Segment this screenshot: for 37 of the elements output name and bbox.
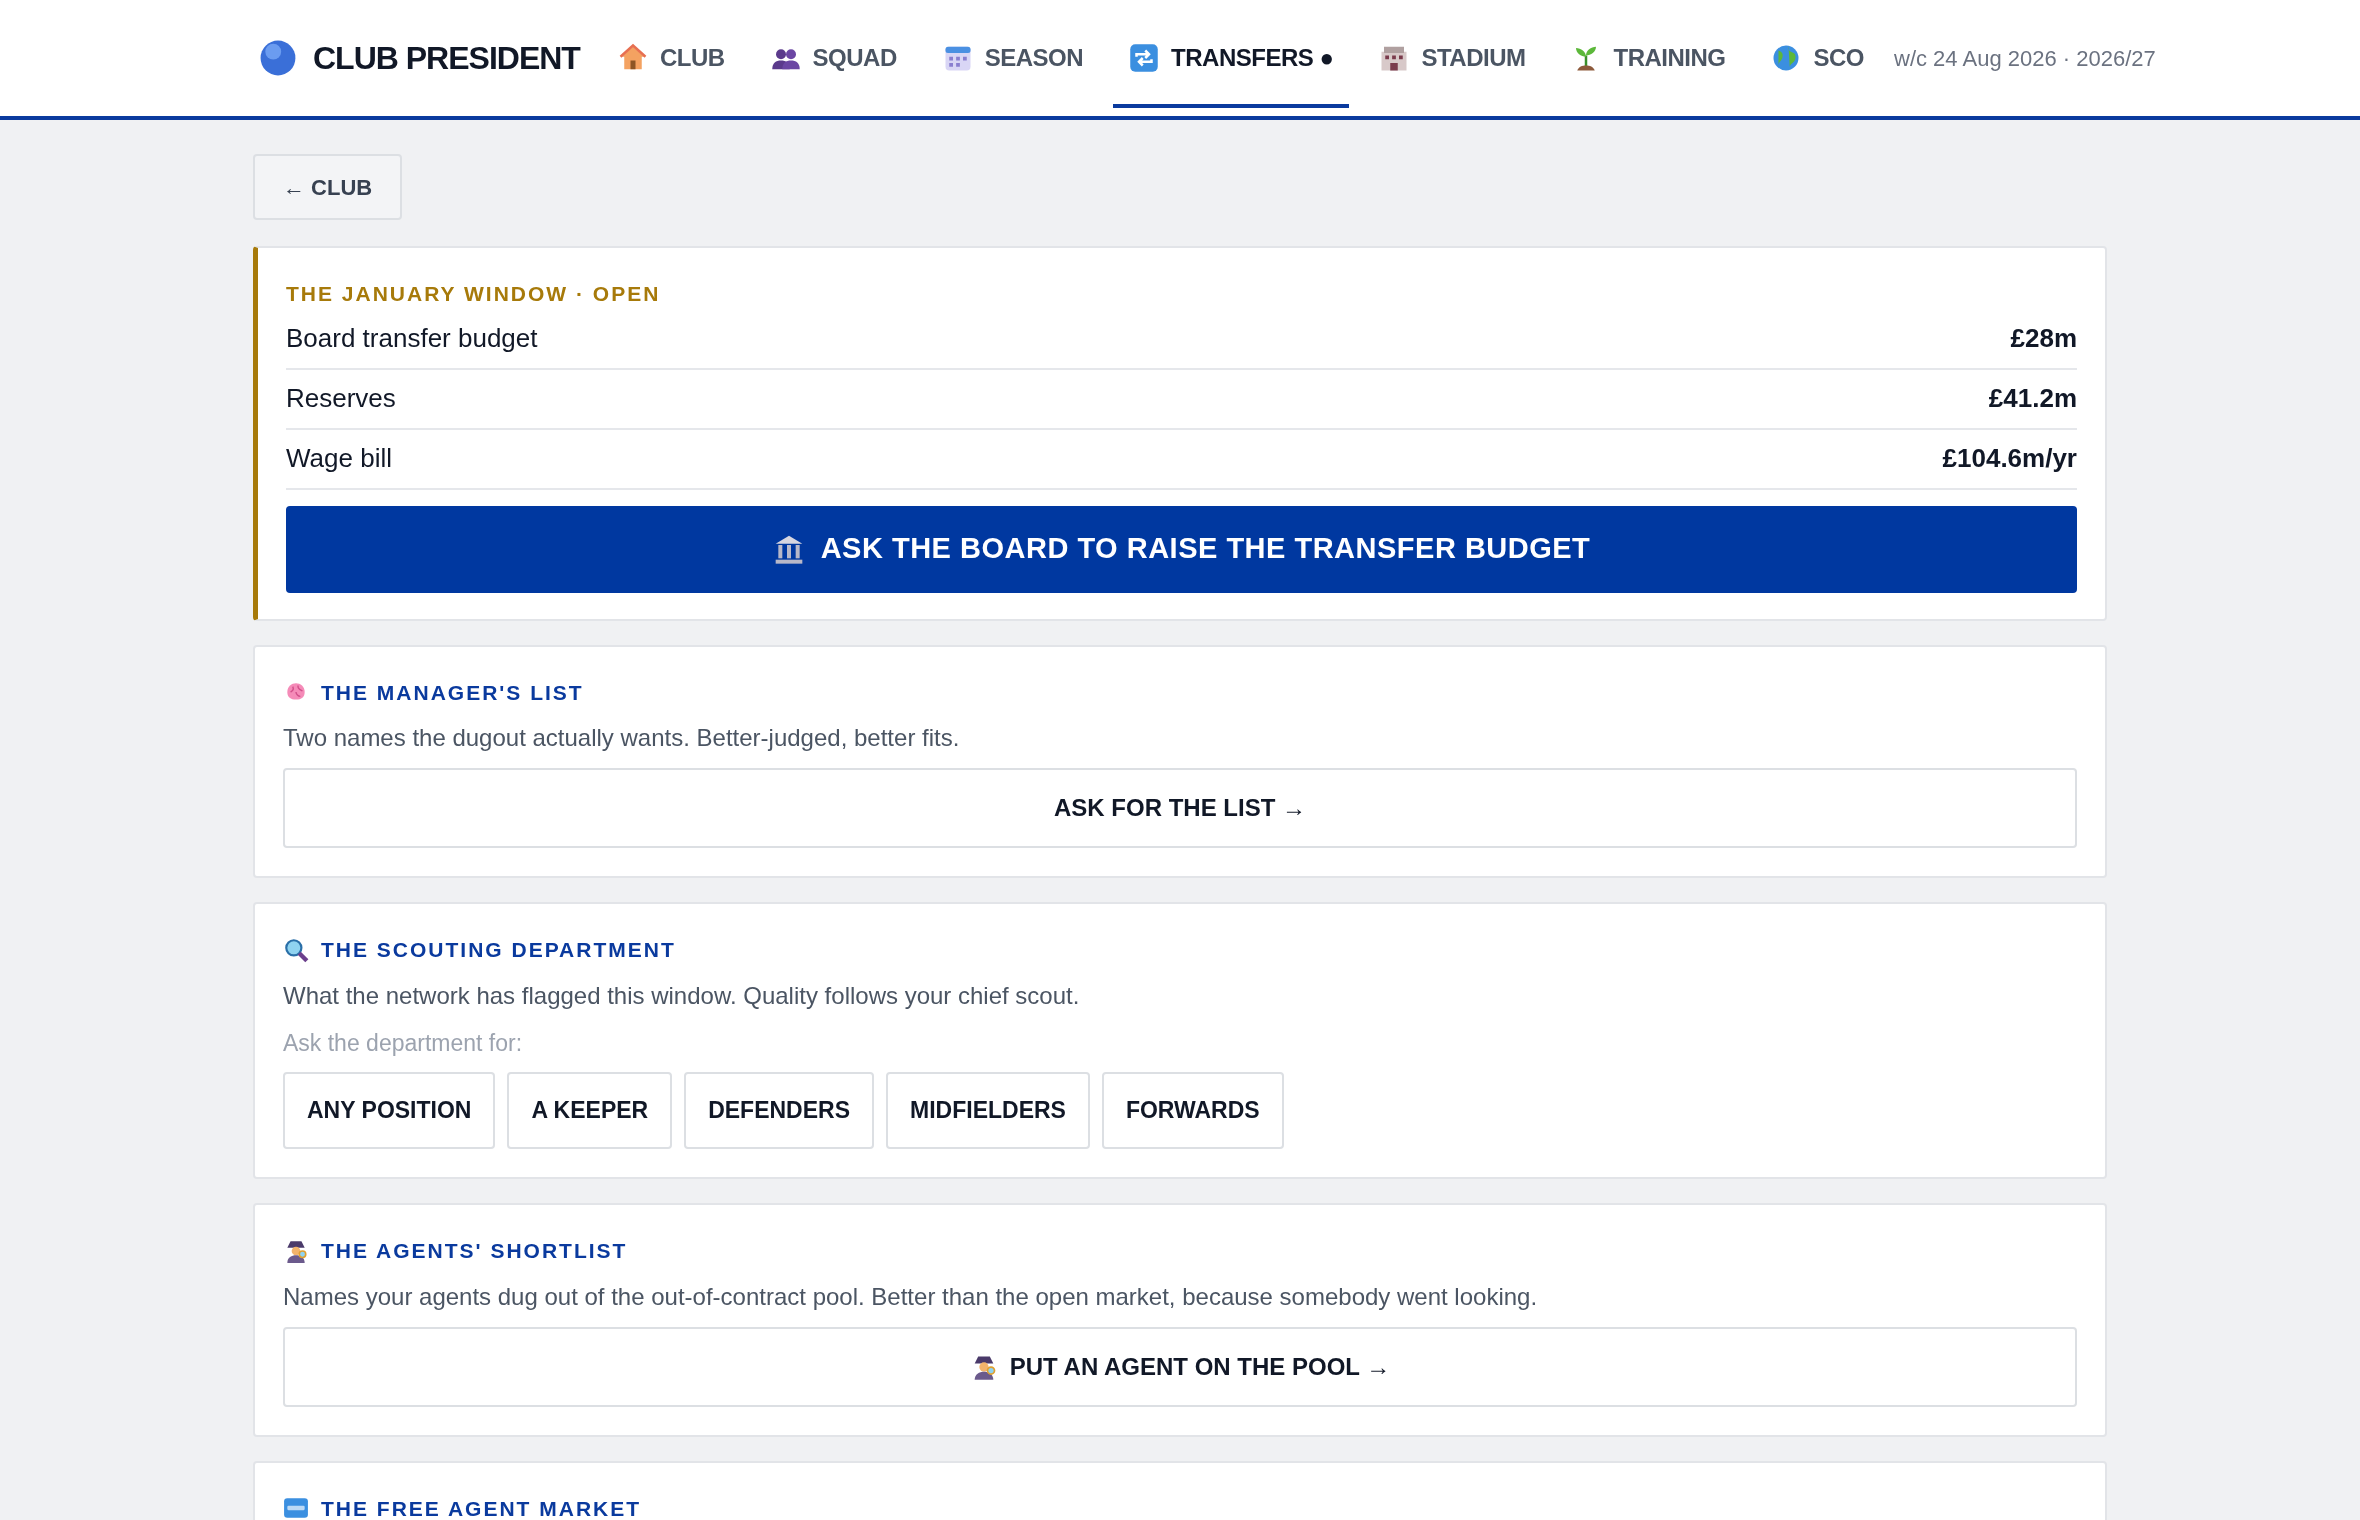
section-title: THE SCOUTING DEPARTMENT (321, 937, 676, 963)
logo-icon (259, 39, 297, 77)
action-button[interactable]: PUT AN AGENT ON THE POOL → (283, 1326, 2077, 1407)
week-date: w/c 24 Aug 2026 · 2026/27 (1894, 44, 2156, 73)
position-option-button[interactable]: MIDFIELDERS (886, 1072, 1090, 1149)
position-option-button[interactable]: A KEEPER (507, 1072, 673, 1149)
section-description: Names your agents dug out of the out-of-contract pool. Better than the open market, because somebody went looking. (283, 1281, 1539, 1312)
back-button[interactable]: ← CLUB (253, 154, 403, 220)
section-description: Two names the dugout actually wants. Better-judged, better fits. (283, 723, 961, 753)
nav-tab[interactable]: SEASON (926, 12, 1100, 108)
repeat-arrows-icon (1129, 43, 1160, 73)
position-option-button[interactable]: DEFENDERS (684, 1072, 875, 1149)
nav-tab[interactable]: STADIUM (1363, 12, 1542, 108)
budget-label: Wage bill (286, 442, 392, 475)
free-sign-icon (283, 1495, 309, 1520)
nav-tab[interactable]: TRANSFERS ● (1113, 12, 1350, 108)
prompt-text: Ask the department for: (283, 1028, 524, 1058)
position-option-button[interactable]: FORWARDS (1101, 1072, 1284, 1149)
nav-tab[interactable]: TRAINING (1555, 12, 1742, 108)
section-title: THE FREE AGENT MARKET (321, 1495, 642, 1520)
raise-budget-button[interactable]: ASK THE BOARD TO RAISE THE TRANSFER BUDGET (286, 505, 2077, 593)
budget-label: Reserves (286, 382, 396, 415)
nav-tab[interactable]: SCO (1755, 12, 1880, 108)
nav-tab[interactable]: CLUB (601, 12, 741, 108)
card-title: THE JANUARY WINDOW · OPEN (286, 281, 662, 307)
brand-name: CLUB PRESIDENT (313, 39, 580, 78)
section-description: What the network has flagged this window. Quality follows your chief scout. (283, 980, 1081, 1011)
budget-value: £28m (2010, 322, 2077, 355)
section-title: THE AGENTS' SHORTLIST (321, 1238, 628, 1264)
magnifier-icon (283, 936, 309, 963)
section-title: THE MANAGER'S LIST (321, 679, 584, 706)
action-button[interactable]: ASK FOR THE LIST → (283, 768, 2077, 848)
budget-value: £41.2m (1988, 382, 2077, 415)
budget-label: Board transfer budget (286, 322, 538, 355)
nav-tab[interactable]: SQUAD (754, 12, 913, 108)
position-option-button[interactable]: ANY POSITION (283, 1072, 496, 1149)
budget-value: £104.6m/yr (1942, 442, 2077, 475)
